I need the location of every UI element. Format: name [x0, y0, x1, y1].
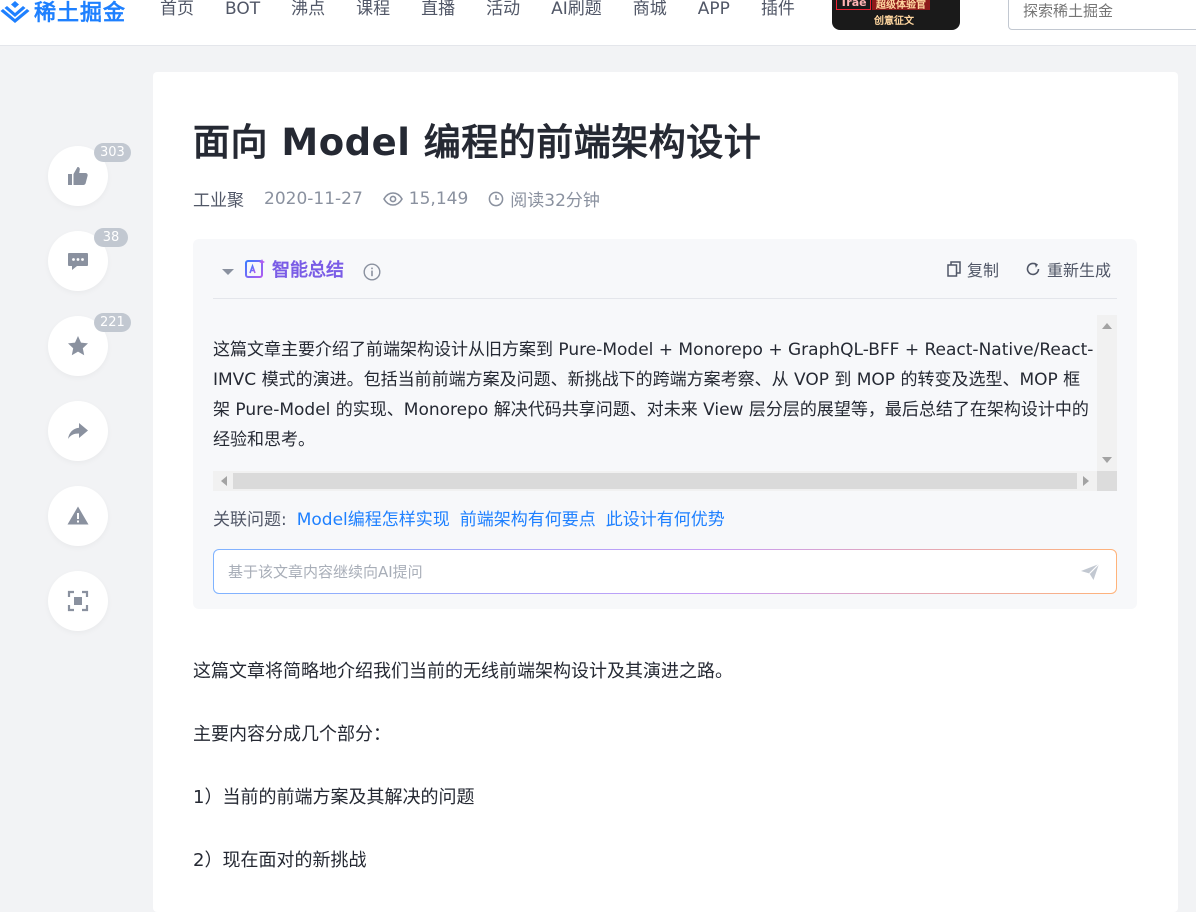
star-icon: [68, 336, 88, 356]
juejin-logo-icon: [0, 1, 30, 23]
view-count: 15,149: [382, 188, 469, 209]
collect-button[interactable]: 221: [48, 313, 131, 376]
search-input[interactable]: [1008, 0, 1196, 30]
ai-summary-panel: 智能总结 复制 重新生成 这篇文章主要介绍了前端架构设计从旧方案到 Pure-M…: [193, 239, 1137, 609]
copy-label: 复制: [967, 261, 1000, 280]
banner-subtitle: 创意征文: [874, 16, 914, 27]
ai-ask-box-inner: [214, 550, 1116, 593]
thumbs-up-icon: [68, 167, 88, 185]
ai-summary-title: 智能总结: [272, 260, 344, 281]
site-logo[interactable]: 稀土掘金: [0, 0, 126, 28]
nav-item-courses[interactable]: 课程: [356, 0, 390, 22]
ai-summary-header: 智能总结 复制 重新生成: [213, 257, 1117, 299]
regenerate-summary-button[interactable]: 重新生成: [1025, 257, 1111, 281]
related-question-link[interactable]: 此设计有何优势: [606, 505, 725, 530]
article-paragraph: 这篇文章将简略地介绍我们当前的无线前端架构设计及其演进之路。: [193, 661, 733, 682]
related-questions: 关联问题: Model编程怎样实现 前端架构有何要点 此设计有何优势: [213, 505, 735, 530]
read-time-value: 阅读32分钟: [510, 191, 600, 211]
eye-icon: [382, 191, 403, 206]
banner-tag: Trae: [836, 0, 871, 10]
article-meta: 工业聚 2020-11-27 15,149 阅读32分钟: [193, 186, 600, 212]
article-paragraph: 1）当前的前端方案及其解决的问题: [193, 787, 475, 808]
horizontal-scroll-thumb[interactable]: [233, 473, 1077, 489]
comment-count-badge: 38: [94, 228, 128, 247]
fullscreen-icon: [67, 590, 89, 612]
vertical-scrollbar[interactable]: [1097, 315, 1117, 471]
ai-summary-scroll-area[interactable]: 这篇文章主要介绍了前端架构设计从旧方案到 Pure-Model + Monore…: [213, 315, 1117, 491]
collect-count-badge: 221: [94, 313, 131, 332]
view-count-value: 15,149: [408, 188, 469, 209]
promo-banner[interactable]: Trae 超级体验官 创意征文: [832, 0, 960, 30]
scroll-left-arrow-icon[interactable]: [221, 476, 227, 486]
scroll-up-arrow-icon[interactable]: [1102, 323, 1112, 329]
top-nav-bar: 稀土掘金 首页 BOT 沸点 课程 直播 活动 AI刷题 商城 APP 插件 T…: [0, 0, 1196, 46]
related-questions-label: 关联问题:: [213, 510, 287, 530]
like-button[interactable]: 303: [48, 143, 131, 206]
article-title: 面向 Model 编程的前端架构设计: [193, 121, 762, 164]
like-count-badge: 303: [94, 143, 131, 162]
read-time: 阅读32分钟: [488, 186, 600, 211]
scroll-down-arrow-icon[interactable]: [1102, 457, 1112, 463]
comment-icon: [68, 253, 88, 270]
refresh-icon: [1026, 262, 1040, 276]
scroll-right-arrow-icon[interactable]: [1083, 476, 1089, 486]
nav-item-home[interactable]: 首页: [160, 0, 194, 22]
ai-summary-text: 这篇文章主要介绍了前端架构设计从旧方案到 Pure-Model + Monore…: [213, 340, 1094, 450]
send-icon[interactable]: [1080, 562, 1100, 582]
copy-icon: [947, 261, 961, 277]
nav-item-live[interactable]: 直播: [421, 0, 455, 22]
ai-summary-icon: [245, 259, 265, 278]
main-nav: 首页 BOT 沸点 课程 直播 活动 AI刷题 商城 APP 插件: [160, 0, 826, 22]
related-question-link[interactable]: 前端架构有何要点: [460, 505, 596, 530]
copy-summary-button[interactable]: 复制: [947, 257, 999, 281]
report-button[interactable]: [48, 486, 108, 546]
share-icon: [68, 423, 88, 439]
article-card: 面向 Model 编程的前端架构设计 工业聚 2020-11-27 15,149…: [153, 72, 1178, 912]
nav-item-app[interactable]: APP: [698, 0, 730, 22]
nav-item-pins[interactable]: 沸点: [291, 0, 325, 22]
warning-icon: [67, 506, 89, 525]
related-question-link[interactable]: Model编程怎样实现: [297, 505, 450, 530]
author-name[interactable]: 工业聚: [193, 186, 244, 211]
ai-ask-box: [213, 549, 1117, 594]
collapse-caret-icon[interactable]: [221, 267, 235, 277]
ai-question-input[interactable]: [228, 550, 1068, 593]
logo-text: 稀土掘金: [34, 1, 127, 26]
nav-item-bot[interactable]: BOT: [225, 0, 260, 22]
comment-button[interactable]: 38: [48, 228, 128, 291]
clock-icon: [488, 191, 504, 206]
share-button[interactable]: [48, 401, 108, 461]
article-paragraph: 主要内容分成几个部分：: [193, 724, 391, 745]
nav-item-events[interactable]: 活动: [486, 0, 520, 22]
horizontal-scrollbar[interactable]: [213, 471, 1097, 491]
scrollbar-corner: [1097, 471, 1117, 491]
fullscreen-button[interactable]: [48, 571, 108, 631]
regenerate-label: 重新生成: [1047, 261, 1112, 280]
nav-item-ai-practice[interactable]: AI刷题: [551, 0, 602, 22]
nav-item-plugins[interactable]: 插件: [761, 0, 795, 22]
nav-item-mall[interactable]: 商城: [633, 0, 667, 22]
publish-date: 2020-11-27: [264, 188, 363, 209]
info-icon[interactable]: [363, 263, 381, 281]
banner-badge: 超级体验官: [872, 0, 930, 11]
article-paragraph: 2）现在面对的新挑战: [193, 850, 367, 871]
